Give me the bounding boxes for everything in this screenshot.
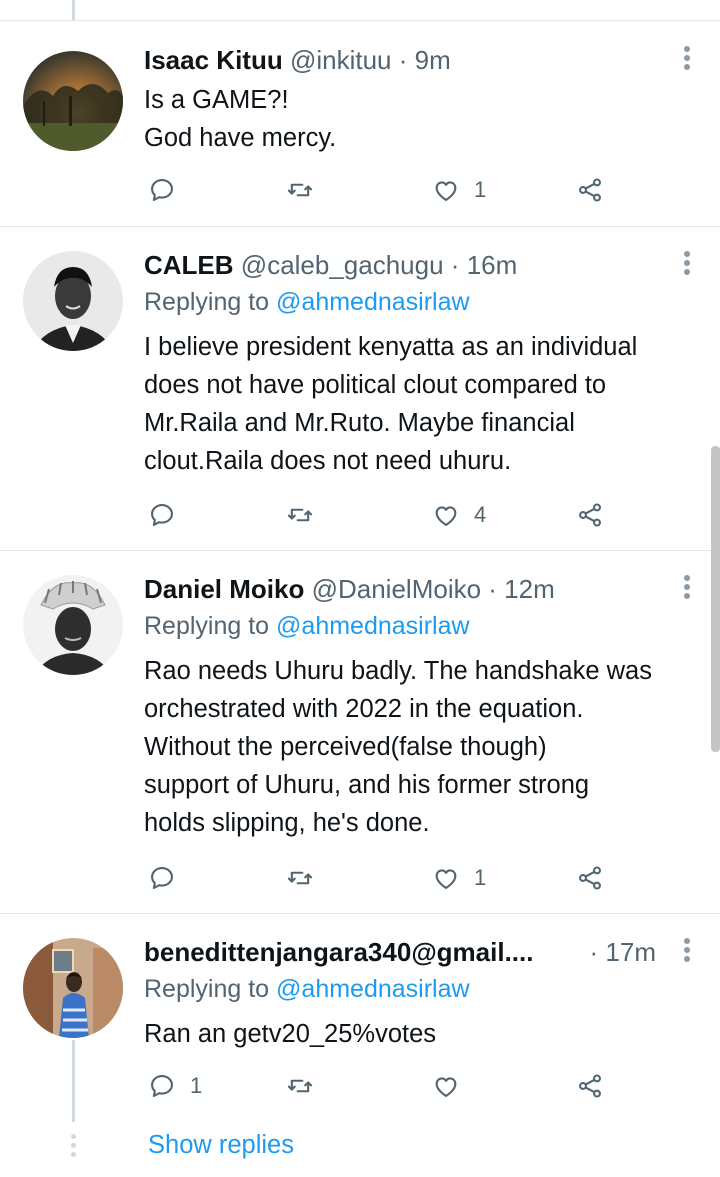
like-icon <box>435 506 457 526</box>
replying-to-label: Replying to <box>144 975 277 1003</box>
avatar[interactable] <box>23 575 123 675</box>
reply-button[interactable]: 1 <box>148 1066 202 1106</box>
author-name[interactable]: CALEB <box>144 250 234 280</box>
tweet-text: Rao needs Uhuru badly. The handshake was… <box>144 657 652 837</box>
tweet-actions: 1 <box>148 1066 648 1106</box>
replying-to-label: Replying to <box>144 612 277 640</box>
separator-dot: · <box>589 937 606 967</box>
author-name[interactable]: Daniel Moiko <box>144 574 304 604</box>
like-icon <box>435 181 457 201</box>
avatar[interactable] <box>23 938 123 1038</box>
share-icon <box>579 1074 601 1098</box>
retweet-icon <box>287 508 313 522</box>
share-button[interactable] <box>576 170 604 210</box>
like-count: 1 <box>474 865 487 890</box>
like-count: 1 <box>474 177 487 202</box>
author-name[interactable]: benedittenjangara340@gmail.... <box>144 937 533 967</box>
more-vertical-icon[interactable] <box>682 575 692 603</box>
tweet-text: Is a GAME?! God have mercy. <box>144 86 337 152</box>
share-button[interactable] <box>576 1066 604 1106</box>
author-handle[interactable]: @DanielMoiko <box>312 574 481 604</box>
separator-dot: · <box>481 574 505 604</box>
like-button[interactable]: 4 <box>432 495 486 535</box>
retweet-icon <box>287 1079 313 1093</box>
replying-to-link[interactable]: @ahmednasirlaw <box>276 612 470 640</box>
tweet[interactable]: CALEB @caleb_gachugu · 16m Replying to @… <box>0 227 720 550</box>
replying-to: Replying to @ahmednasirlaw <box>144 284 470 320</box>
retweet-icon <box>287 183 313 197</box>
like-button[interactable]: 1 <box>432 170 486 210</box>
retweet-button[interactable] <box>286 170 328 210</box>
avatar[interactable] <box>23 251 123 351</box>
timestamp[interactable]: 9m <box>415 45 451 75</box>
replying-to-link[interactable]: @ahmednasirlaw <box>276 288 470 316</box>
author-handle[interactable]: @caleb_gachugu <box>241 250 444 280</box>
replying-to: Replying to @ahmednasirlaw <box>144 971 470 1007</box>
share-icon <box>579 866 601 890</box>
thread-line-top <box>72 0 75 20</box>
like-icon <box>435 869 457 889</box>
share-button[interactable] <box>576 858 604 898</box>
thread-dots <box>70 1134 77 1161</box>
timestamp[interactable]: 17m <box>605 937 656 967</box>
tweet[interactable]: Daniel Moiko @DanielMoiko · 12m Replying… <box>0 551 720 913</box>
replying-to-link[interactable]: @ahmednasirlaw <box>276 975 470 1003</box>
replying-to-label: Replying to <box>144 288 277 316</box>
tweet[interactable]: Isaac Kituu @inkituu · 9m Is a GAME?! Go… <box>0 20 720 226</box>
tweet-text: I believe president kenyatta as an indiv… <box>144 333 638 475</box>
thread-line <box>72 1040 75 1122</box>
timestamp[interactable]: 16m <box>467 250 518 280</box>
share-icon <box>579 178 601 202</box>
tweet-meta: · 17m <box>590 934 656 970</box>
share-button[interactable] <box>576 495 604 535</box>
reply-button[interactable] <box>148 170 190 210</box>
scrollbar[interactable] <box>711 446 720 752</box>
tweet-header: Isaac Kituu @inkituu · 9m <box>144 42 656 78</box>
like-icon <box>435 1077 457 1097</box>
tweet-actions: 1 <box>148 858 648 898</box>
retweet-icon <box>287 871 313 885</box>
share-icon <box>579 503 601 527</box>
retweet-button[interactable] <box>286 495 328 535</box>
tweet[interactable]: benedittenjangara340@gmail.... · 17m Rep… <box>0 914 720 1177</box>
timestamp[interactable]: 12m <box>504 574 555 604</box>
avatar[interactable] <box>23 51 123 151</box>
reply-icon <box>151 1075 173 1097</box>
reply-icon <box>151 179 173 201</box>
author-handle[interactable]: @inkituu <box>290 45 392 75</box>
more-vertical-icon[interactable] <box>682 46 692 74</box>
like-count: 4 <box>474 502 487 527</box>
tweet-text: Ran an getv20_25%votes <box>144 1020 437 1048</box>
separator-dot: · <box>443 250 467 280</box>
reply-count: 1 <box>190 1073 203 1098</box>
show-replies-link[interactable]: Show replies <box>148 1126 294 1164</box>
like-button[interactable]: 1 <box>432 858 486 898</box>
tweet-actions: 1 <box>148 170 648 210</box>
reply-icon <box>151 504 173 526</box>
tweet-header: benedittenjangara340@gmail.... <box>144 934 640 970</box>
more-vertical-icon[interactable] <box>682 938 692 966</box>
separator-dot: · <box>391 45 415 75</box>
retweet-button[interactable] <box>286 858 328 898</box>
tweet-header: CALEB @caleb_gachugu · 16m <box>144 247 656 283</box>
retweet-button[interactable] <box>286 1066 328 1106</box>
tweet-header: Daniel Moiko @DanielMoiko · 12m <box>144 571 656 607</box>
reply-button[interactable] <box>148 495 190 535</box>
reply-icon <box>151 867 173 889</box>
tweet-actions: 4 <box>148 495 648 535</box>
reply-button[interactable] <box>148 858 190 898</box>
more-vertical-icon[interactable] <box>682 251 692 279</box>
replying-to: Replying to @ahmednasirlaw <box>144 608 470 644</box>
author-name[interactable]: Isaac Kituu <box>144 45 283 75</box>
like-button[interactable] <box>432 1066 474 1106</box>
